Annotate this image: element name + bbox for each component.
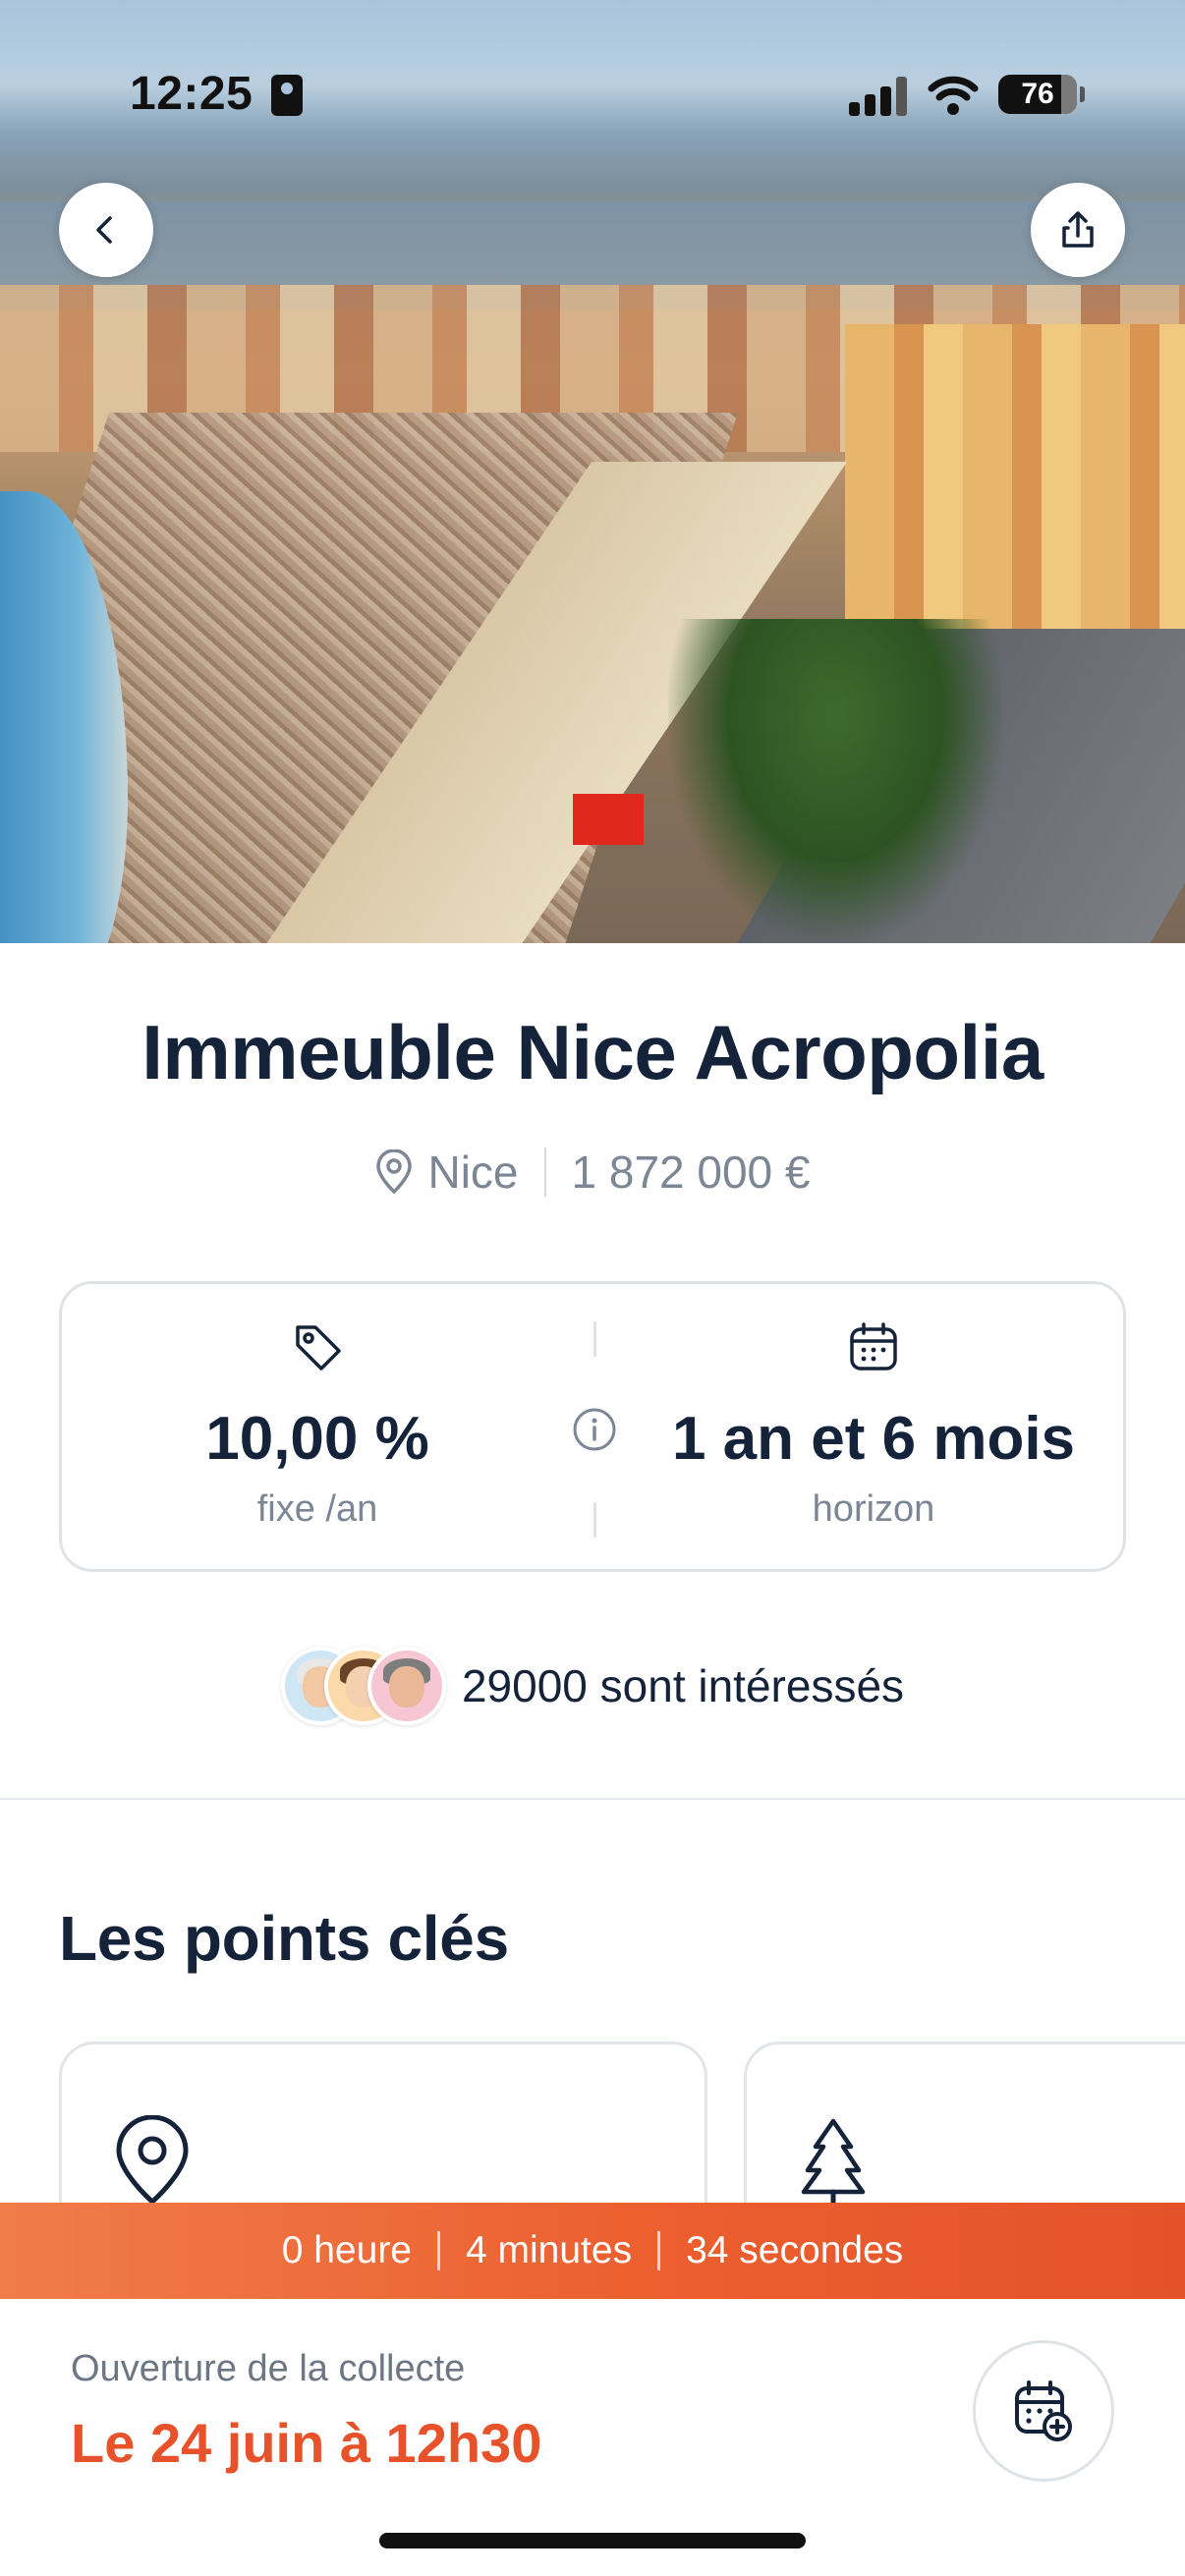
share-button[interactable]: [1031, 183, 1125, 277]
share-icon: [1062, 211, 1094, 248]
section-divider: [0, 1798, 1185, 1800]
interest-count: 29000 sont intéressés: [461, 1660, 905, 1711]
cellular-signal-icon: [849, 77, 908, 116]
meta-separator: [543, 1148, 546, 1197]
chevron-left-icon: [96, 216, 112, 244]
property-meta: Nice 1 872 000 €: [0, 1146, 1185, 1199]
location-pin-icon: [374, 1149, 414, 1195]
hero-palm: [668, 619, 1002, 943]
property-location: Nice: [427, 1147, 519, 1198]
property-detail-screen: 12:25 76 Immeuble Nice Acropolia Nice 1 …: [0, 0, 1185, 2576]
horizon-value: 1 an et 6 mois: [671, 1405, 1076, 1473]
hero-image: [0, 0, 1185, 943]
status-time: 12:25: [130, 68, 254, 120]
stats-divider: [593, 1502, 596, 1538]
avatar-group: [280, 1645, 450, 1727]
back-button[interactable]: [59, 183, 153, 277]
countdown-hours: 0 heure: [281, 2229, 412, 2271]
rate-value: 10,00 %: [205, 1405, 429, 1473]
countdown-separator: [437, 2231, 440, 2270]
add-to-calendar-button[interactable]: [973, 2340, 1114, 2482]
countdown-seconds: 34 secondes: [686, 2229, 904, 2271]
calendar-icon: [846, 1319, 901, 1379]
calendar-add-icon: [1015, 2380, 1072, 2441]
home-indicator[interactable]: [379, 2533, 806, 2548]
info-icon[interactable]: [571, 1406, 618, 1458]
horizon-label: horizon: [812, 1488, 935, 1530]
battery-level: 76: [1021, 78, 1054, 110]
key-points-title: Les points clés: [59, 1903, 509, 1974]
countdown-minutes: 4 minutes: [466, 2229, 633, 2271]
rate-label: fixe /an: [256, 1488, 378, 1530]
stats-divider: [593, 1321, 596, 1357]
battery-icon: 76: [998, 75, 1085, 114]
tree-icon: [798, 2115, 869, 2211]
property-price: 1 872 000 €: [571, 1147, 811, 1198]
wifi-icon: [928, 75, 979, 116]
opening-date: Le 24 juin à 12h30: [71, 2412, 542, 2474]
hero-buildings-right: [845, 324, 1185, 639]
opening-label: Ouverture de la collecte: [71, 2348, 466, 2389]
hero-flag: [573, 794, 644, 845]
stat-horizon: 1 an et 6 mois horizon: [648, 1284, 1100, 1575]
countdown-bar: 0 heure 4 minutes 34 secondes: [0, 2203, 1185, 2299]
stats-card: 10,00 % fixe /an 1 an et 6 mois horizon: [59, 1281, 1126, 1572]
countdown-separator: [657, 2231, 661, 2270]
avatar: [367, 1647, 446, 1725]
tag-icon: [290, 1319, 345, 1379]
contact-card-icon: [271, 75, 303, 116]
property-title: Immeuble Nice Acropolia: [141, 1009, 1044, 1095]
stat-rate: 10,00 % fixe /an: [91, 1284, 543, 1575]
interest-row: 29000 sont intéressés: [0, 1645, 1185, 1727]
location-pin-icon: [113, 2114, 192, 2211]
